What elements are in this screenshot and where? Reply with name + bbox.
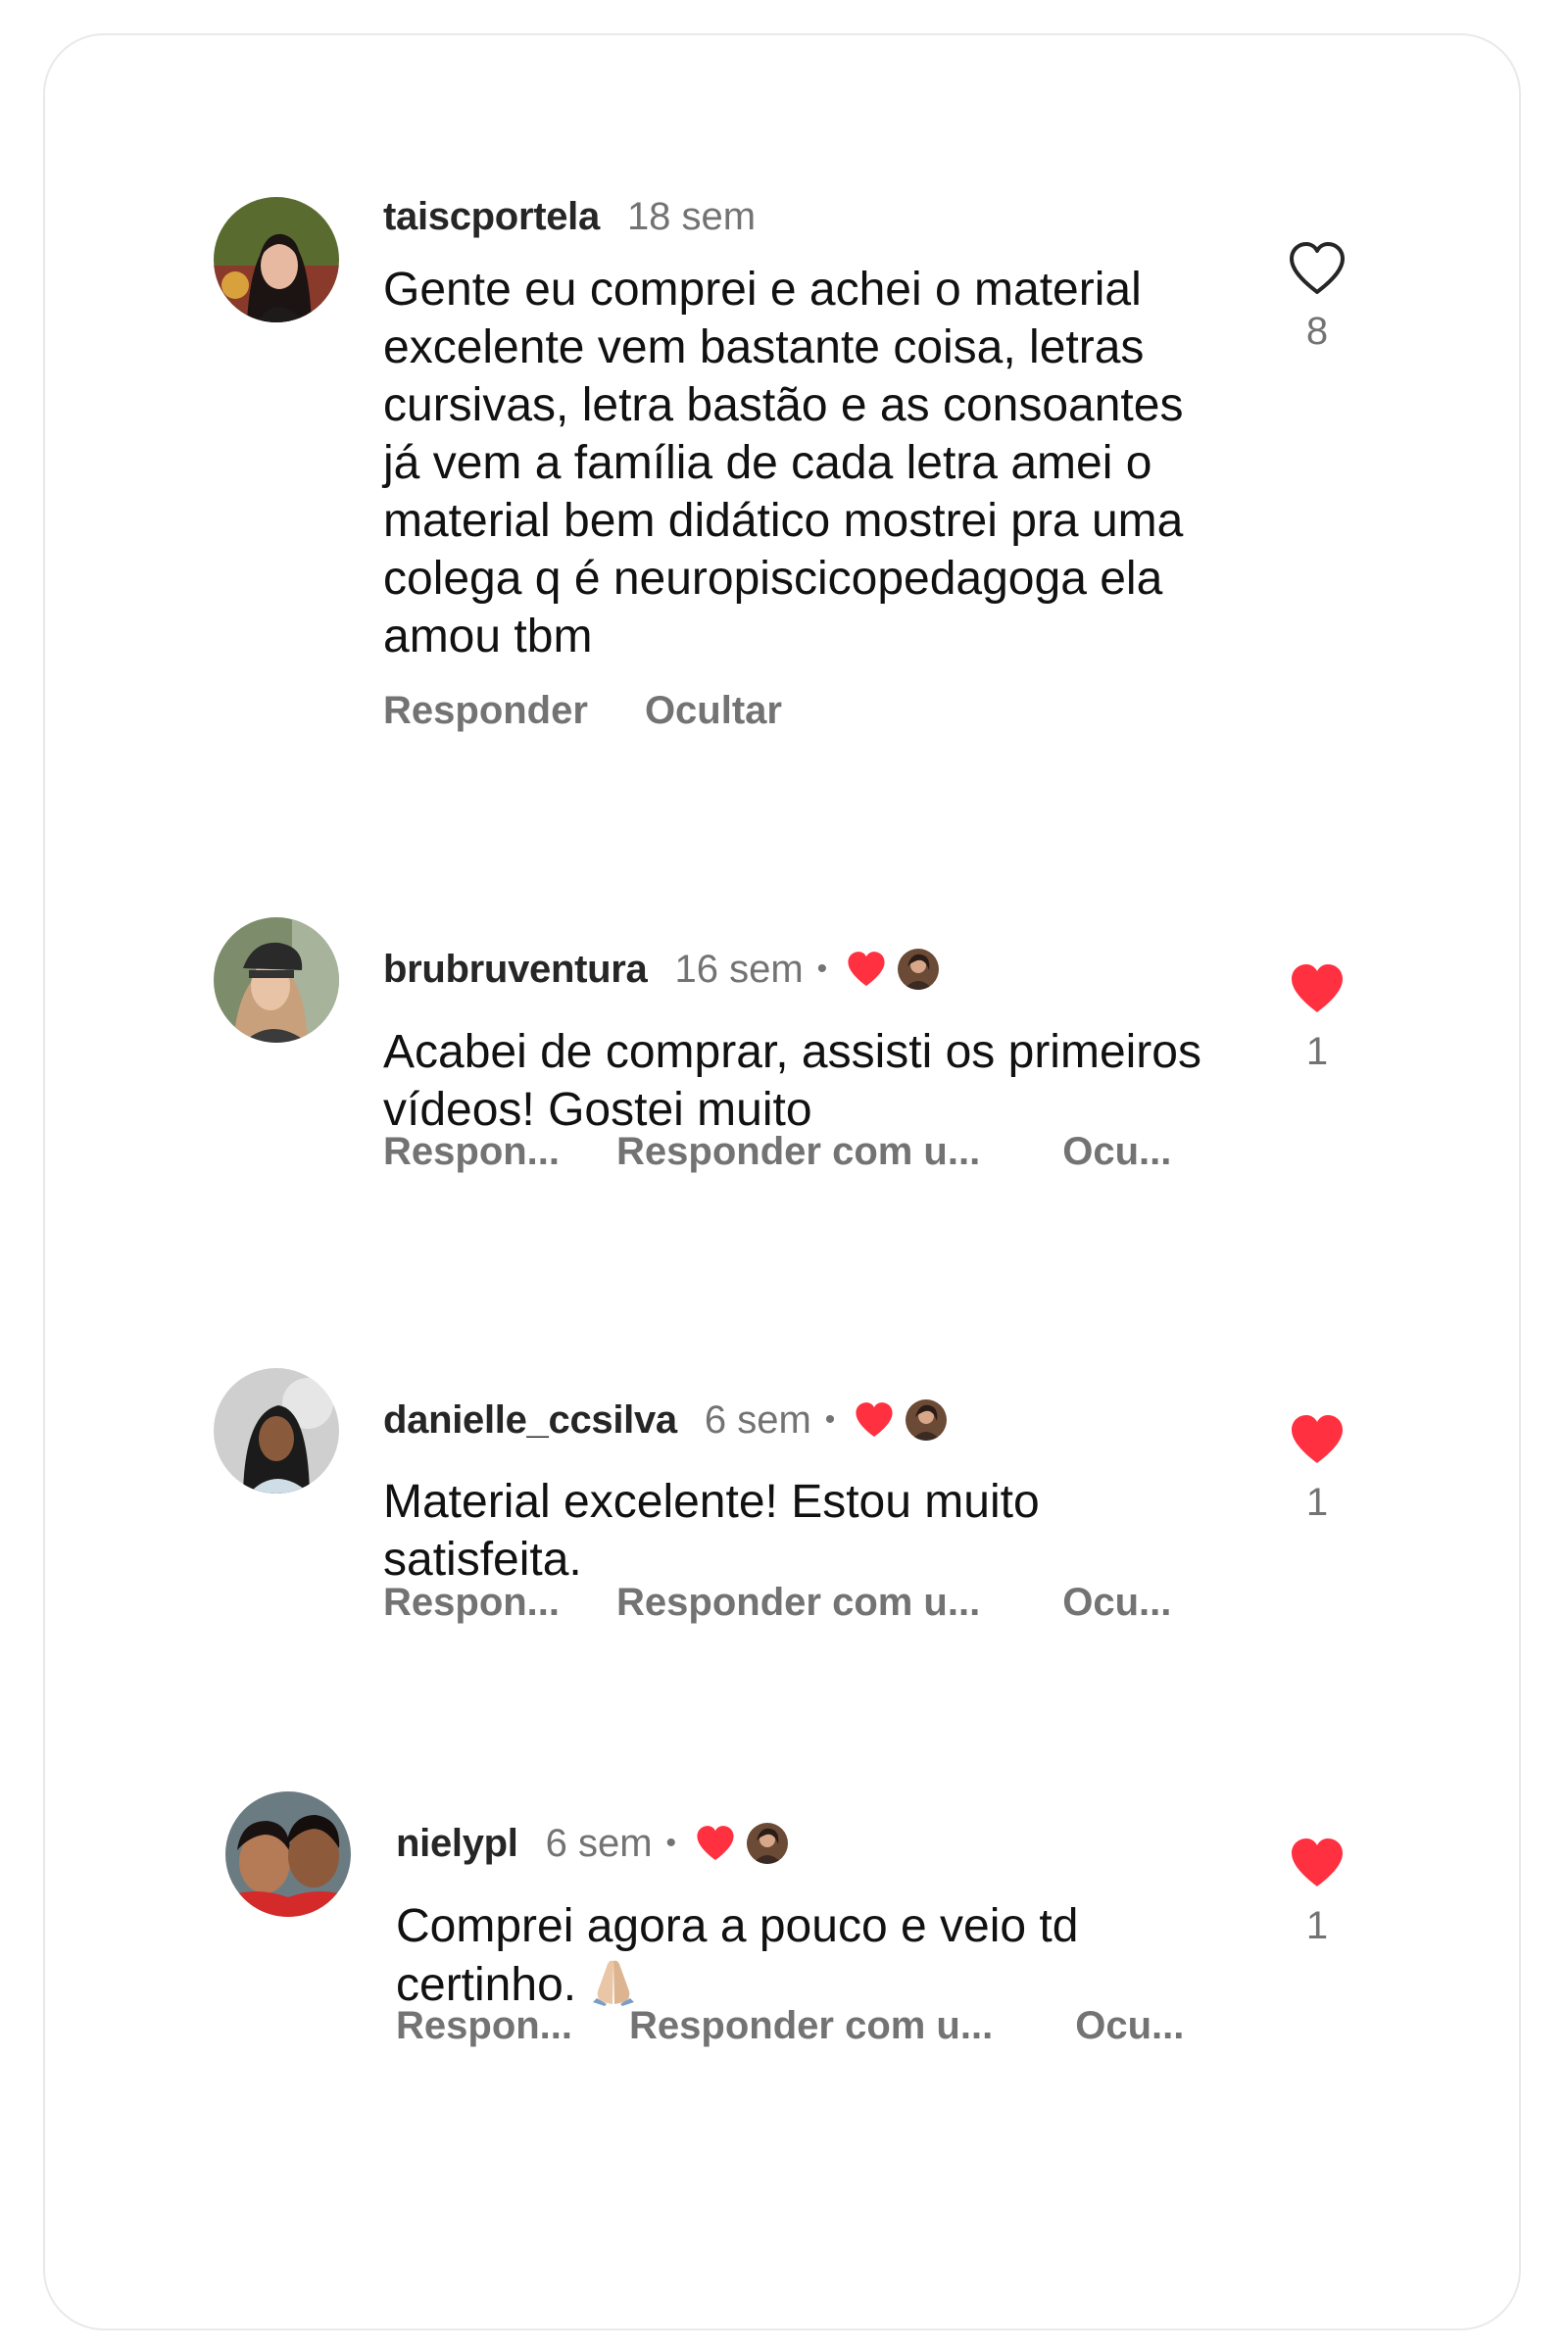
avatar[interactable] (214, 917, 339, 1043)
comment-text: Comprei agora a pouco e veio td certinho… (396, 1897, 1229, 2014)
creator-avatar (747, 1823, 789, 1864)
like-count: 1 (1305, 1904, 1329, 1947)
heart-filled-icon[interactable] (1288, 1836, 1347, 1890)
avatar[interactable] (214, 1368, 339, 1494)
heart-filled-icon[interactable] (1288, 961, 1347, 1016)
reply-button[interactable]: Respon... (396, 2004, 572, 2048)
timestamp: 6 sem (545, 1821, 653, 1865)
separator-dot: • (816, 953, 828, 985)
comment-meta: danielle_ccsilva 6 sem • (383, 1396, 948, 1445)
comment-actions: Respon... Responder com u... Ocu... (383, 1130, 1171, 1174)
page: taiscportela 18 sem Gente eu comprei e a… (0, 0, 1568, 2352)
comment-meta: brubruventura 16 sem • (383, 945, 940, 994)
comment-meta: nielypl 6 sem • (396, 1819, 789, 1868)
heart-outline-icon[interactable] (1288, 241, 1347, 296)
comment-actions: Respon... Responder com u... Ocu... (383, 1581, 1171, 1625)
reply-with-button[interactable]: Responder com u... (616, 1581, 980, 1625)
like-count: 8 (1305, 310, 1329, 353)
timestamp: 6 sem (704, 1397, 811, 1442)
creator-avatar (906, 1399, 948, 1441)
comment-text: Material excelente! Estou muito satisfei… (383, 1476, 1040, 1586)
like-count: 1 (1305, 1481, 1329, 1524)
separator-dot: • (824, 1403, 836, 1436)
comment-meta: taiscportela 18 sem (383, 192, 756, 241)
like-count: 1 (1305, 1030, 1329, 1073)
creator-heart-icon (845, 950, 888, 989)
heart-filled-icon[interactable] (1288, 1412, 1347, 1467)
timestamp: 16 sem (674, 947, 804, 991)
timestamp: 18 sem (626, 194, 757, 238)
creator-heart-icon (853, 1400, 896, 1440)
username[interactable]: brubruventura (383, 948, 648, 992)
creator-heart-icon (694, 1824, 737, 1863)
hide-button[interactable]: Ocu... (1062, 1581, 1171, 1625)
reply-with-button[interactable]: Responder com u... (616, 1130, 980, 1174)
comment-text: Acabei de comprar, assisti os primeiros … (383, 1026, 1201, 1136)
username[interactable]: taiscportela (383, 195, 600, 239)
comment-actions: Respon... Responder com u... Ocu... (396, 2004, 1184, 2048)
comment-text: Gente eu comprei e achei o material exce… (383, 264, 1184, 662)
like-group: 1 (1268, 961, 1366, 1074)
comment-actions: Responder Ocultar (383, 689, 782, 733)
username[interactable]: danielle_ccsilva (383, 1398, 677, 1443)
reply-button[interactable]: Responder (383, 689, 588, 733)
avatar[interactable] (225, 1791, 351, 1917)
hide-button[interactable]: Ocu... (1075, 2004, 1184, 2048)
separator-dot: • (665, 1827, 677, 1859)
reply-with-button[interactable]: Responder com u... (629, 2004, 993, 2048)
hide-button[interactable]: Ocultar (645, 689, 782, 733)
username[interactable]: nielypl (396, 1822, 518, 1866)
like-group: 1 (1268, 1412, 1366, 1525)
creator-avatar (898, 949, 940, 990)
avatar[interactable] (214, 197, 339, 322)
like-group: 1 (1268, 1836, 1366, 1948)
comments-card: taiscportela 18 sem Gente eu comprei e a… (43, 33, 1521, 2330)
like-group: 8 (1268, 241, 1366, 354)
reply-button[interactable]: Respon... (383, 1581, 560, 1625)
folded-hands-icon (589, 1955, 638, 2006)
comment-text-content: Comprei agora a pouco e veio td certinho… (396, 1900, 1079, 2011)
hide-button[interactable]: Ocu... (1062, 1130, 1171, 1174)
reply-button[interactable]: Respon... (383, 1130, 560, 1174)
